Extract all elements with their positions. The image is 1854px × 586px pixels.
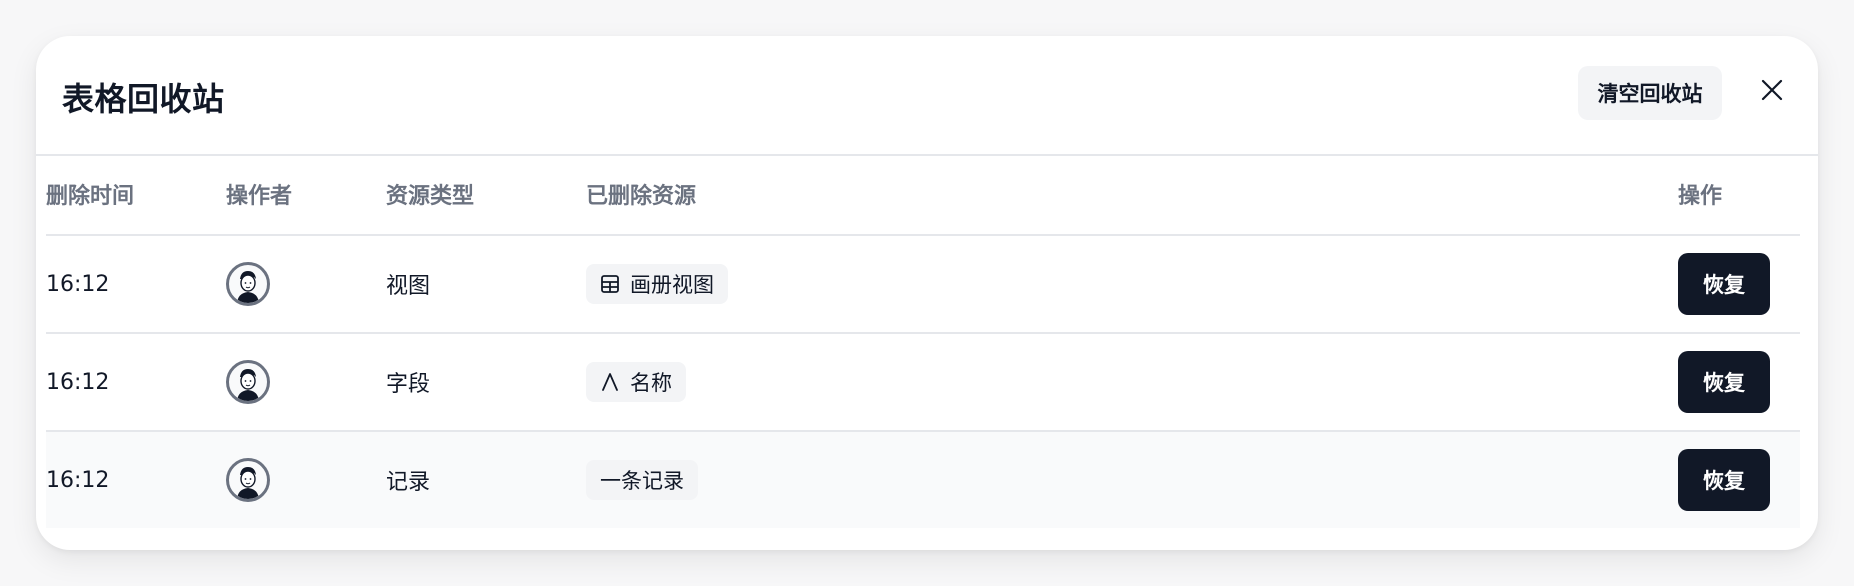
header-operator: 操作者 (226, 184, 293, 209)
gallery-icon (601, 275, 619, 293)
user-avatar-icon (237, 271, 259, 303)
user-avatar-icon (237, 369, 259, 401)
table-row: 16:12 视图 画册视图 恢复 (46, 236, 1800, 334)
resource-type: 视图 (386, 274, 431, 299)
resource-type: 字段 (386, 372, 431, 397)
actions-cell: 恢复 (1678, 334, 1770, 430)
close-icon (1761, 79, 1783, 101)
dialog-title: 表格回收站 (62, 80, 225, 118)
dialog-header: 表格回收站 清空回收站 (36, 36, 1818, 156)
avatar (226, 360, 270, 404)
actions-cell: 恢复 (1678, 432, 1770, 528)
recycle-bin-dialog: 表格回收站 清空回收站 删除时间 操作者 资源类型 已删除资源 操作 16:12 (36, 36, 1818, 550)
restore-button[interactable]: 恢复 (1678, 351, 1770, 413)
operator-cell (226, 334, 270, 430)
close-button[interactable] (1750, 68, 1794, 112)
operator-cell (226, 236, 270, 332)
clear-recycle-bin-button[interactable]: 清空回收站 (1578, 66, 1722, 120)
header-delete-time: 删除时间 (46, 184, 135, 209)
avatar (226, 458, 270, 502)
table-header: 删除时间 操作者 资源类型 已删除资源 操作 (46, 156, 1800, 236)
user-avatar-icon (237, 467, 259, 499)
delete-time: 16:12 (46, 369, 110, 395)
resource-type: 记录 (386, 470, 431, 495)
deleted-resources-table: 删除时间 操作者 资源类型 已删除资源 操作 16:12 视图 画册视图 恢复 … (46, 156, 1800, 528)
avatar (226, 262, 270, 306)
text-field-icon (602, 373, 618, 391)
deleted-resource-cell: 一条记录 (586, 432, 698, 528)
deleted-resource-name: 名称 (630, 371, 672, 395)
header-deleted-resource: 已删除资源 (586, 184, 697, 209)
delete-time: 16:12 (46, 271, 110, 297)
deleted-resource-name: 画册视图 (630, 273, 714, 297)
restore-button[interactable]: 恢复 (1678, 449, 1770, 511)
deleted-resource-cell: 画册视图 (586, 236, 728, 332)
operator-cell (226, 432, 270, 528)
deleted-resource-chip: 一条记录 (586, 460, 698, 500)
restore-button[interactable]: 恢复 (1678, 253, 1770, 315)
delete-time: 16:12 (46, 467, 110, 493)
deleted-resource-chip: 画册视图 (586, 264, 728, 304)
actions-cell: 恢复 (1678, 236, 1770, 332)
table-row: 16:12 字段 名称 恢复 (46, 334, 1800, 432)
deleted-resource-name: 一条记录 (600, 469, 684, 493)
deleted-resource-chip: 名称 (586, 362, 686, 402)
table-row: 16:12 记录 一条记录 恢复 (46, 432, 1800, 528)
header-resource-type: 资源类型 (386, 184, 475, 209)
header-actions: 操作 (1678, 184, 1723, 209)
deleted-resource-cell: 名称 (586, 334, 686, 430)
